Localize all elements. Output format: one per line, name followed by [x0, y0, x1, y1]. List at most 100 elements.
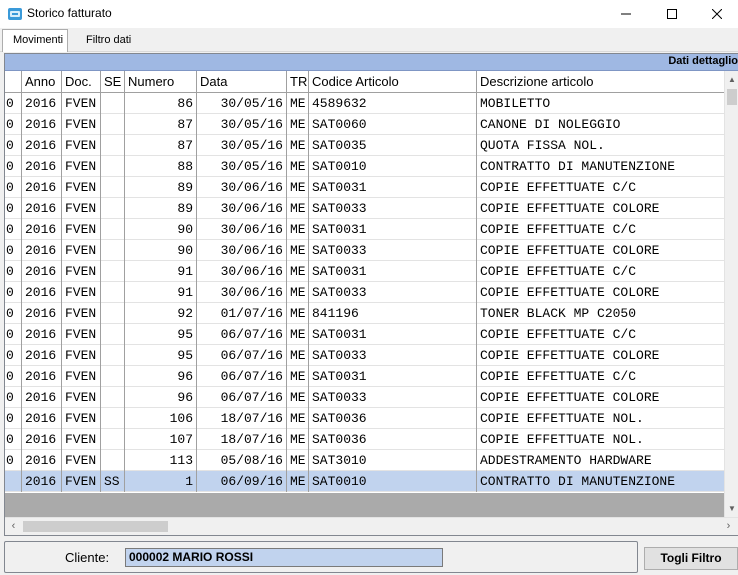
se-cell[interactable]: [101, 114, 125, 135]
scroll-up-icon[interactable]: ▲: [725, 71, 738, 88]
tr-cell[interactable]: ME: [287, 324, 309, 345]
numero-cell[interactable]: 96: [125, 366, 197, 387]
data-cell[interactable]: 30/06/16: [197, 261, 287, 282]
row-selector-cell[interactable]: 0: [5, 219, 22, 240]
se-cell[interactable]: [101, 366, 125, 387]
tr-cell[interactable]: ME: [287, 450, 309, 471]
anno-cell[interactable]: 2016: [22, 261, 62, 282]
anno-cell[interactable]: 2016: [22, 93, 62, 114]
row-selector-cell[interactable]: 0: [5, 240, 22, 261]
doc-cell[interactable]: FVEN: [62, 345, 101, 366]
anno-cell[interactable]: 2016: [22, 156, 62, 177]
scroll-down-icon[interactable]: ▼: [725, 500, 738, 517]
codice-articolo-cell[interactable]: SAT0031: [309, 324, 477, 345]
row-selector-cell[interactable]: [5, 471, 22, 492]
tr-cell[interactable]: ME: [287, 471, 309, 492]
doc-cell[interactable]: FVEN: [62, 135, 101, 156]
column-header-descrizione-articolo[interactable]: Descrizione articolo: [477, 71, 725, 93]
descrizione-articolo-cell[interactable]: COPIE EFFETTUATE C/C: [477, 366, 725, 387]
data-cell[interactable]: 06/07/16: [197, 366, 287, 387]
row-selector-cell[interactable]: 0: [5, 114, 22, 135]
se-cell[interactable]: [101, 429, 125, 450]
anno-cell[interactable]: 2016: [22, 408, 62, 429]
numero-cell[interactable]: 113: [125, 450, 197, 471]
row-selector-cell[interactable]: 0: [5, 324, 22, 345]
se-cell[interactable]: [101, 240, 125, 261]
codice-articolo-cell[interactable]: SAT0031: [309, 219, 477, 240]
se-cell[interactable]: [101, 408, 125, 429]
descrizione-articolo-cell[interactable]: COPIE EFFETTUATE NOL.: [477, 408, 725, 429]
row-selector-cell[interactable]: 0: [5, 198, 22, 219]
se-cell[interactable]: [101, 450, 125, 471]
horizontal-scrollbar[interactable]: ‹ ›: [5, 517, 738, 535]
codice-articolo-cell[interactable]: SAT0010: [309, 471, 477, 492]
row-selector-cell[interactable]: 0: [5, 135, 22, 156]
table-row[interactable]: 0 2016 FVEN 87 30/05/16 ME SAT0035 QUOTA FISSA …: [5, 135, 725, 156]
doc-cell[interactable]: FVEN: [62, 114, 101, 135]
se-cell[interactable]: [101, 198, 125, 219]
numero-cell[interactable]: 87: [125, 114, 197, 135]
se-cell[interactable]: SS: [101, 471, 125, 492]
data-cell[interactable]: 30/05/16: [197, 93, 287, 114]
data-cell[interactable]: 01/07/16: [197, 303, 287, 324]
table-row[interactable]: 0 2016 FVEN 90 30/06/16 ME SAT0033 COPIE EFFETT…: [5, 240, 725, 261]
se-cell[interactable]: [101, 177, 125, 198]
numero-cell[interactable]: 95: [125, 324, 197, 345]
anno-cell[interactable]: 2016: [22, 471, 62, 492]
doc-cell[interactable]: FVEN: [62, 429, 101, 450]
codice-articolo-cell[interactable]: SAT0033: [309, 282, 477, 303]
tab-filtro-dati[interactable]: Filtro dati: [76, 30, 141, 52]
doc-cell[interactable]: FVEN: [62, 387, 101, 408]
descrizione-articolo-cell[interactable]: COPIE EFFETTUATE NOL.: [477, 429, 725, 450]
codice-articolo-cell[interactable]: SAT0031: [309, 366, 477, 387]
tr-cell[interactable]: ME: [287, 219, 309, 240]
codice-articolo-cell[interactable]: SAT0031: [309, 261, 477, 282]
codice-articolo-cell[interactable]: SAT3010: [309, 450, 477, 471]
doc-cell[interactable]: FVEN: [62, 198, 101, 219]
descrizione-articolo-cell[interactable]: QUOTA FISSA NOL.: [477, 135, 725, 156]
data-cell[interactable]: 06/07/16: [197, 324, 287, 345]
anno-cell[interactable]: 2016: [22, 282, 62, 303]
togli-filtro-button[interactable]: Togli Filtro: [644, 547, 738, 570]
tr-cell[interactable]: ME: [287, 408, 309, 429]
doc-cell[interactable]: FVEN: [62, 261, 101, 282]
codice-articolo-cell[interactable]: SAT0036: [309, 429, 477, 450]
codice-articolo-cell[interactable]: SAT0033: [309, 240, 477, 261]
row-selector-cell[interactable]: 0: [5, 177, 22, 198]
data-cell[interactable]: 06/09/16: [197, 471, 287, 492]
se-cell[interactable]: [101, 156, 125, 177]
column-header-selector[interactable]: [5, 71, 22, 93]
data-cell[interactable]: 30/06/16: [197, 282, 287, 303]
table-row[interactable]: 0 2016 FVEN 95 06/07/16 ME SAT0031 COPIE EFFETT…: [5, 324, 725, 345]
anno-cell[interactable]: 2016: [22, 240, 62, 261]
numero-cell[interactable]: 90: [125, 219, 197, 240]
row-selector-cell[interactable]: 0: [5, 261, 22, 282]
tr-cell[interactable]: ME: [287, 156, 309, 177]
se-cell[interactable]: [101, 282, 125, 303]
row-selector-cell[interactable]: 0: [5, 303, 22, 324]
doc-cell[interactable]: FVEN: [62, 303, 101, 324]
anno-cell[interactable]: 2016: [22, 177, 62, 198]
data-cell[interactable]: 30/06/16: [197, 240, 287, 261]
descrizione-articolo-cell[interactable]: CANONE DI NOLEGGIO: [477, 114, 725, 135]
se-cell[interactable]: [101, 324, 125, 345]
se-cell[interactable]: [101, 135, 125, 156]
anno-cell[interactable]: 2016: [22, 219, 62, 240]
table-row[interactable]: 0 2016 FVEN 113 05/08/16 ME SAT3010 ADDESTRAMEN…: [5, 450, 725, 471]
anno-cell[interactable]: 2016: [22, 345, 62, 366]
numero-cell[interactable]: 89: [125, 198, 197, 219]
data-cell[interactable]: 30/06/16: [197, 177, 287, 198]
tr-cell[interactable]: ME: [287, 114, 309, 135]
table-row[interactable]: 0 2016 FVEN 96 06/07/16 ME SAT0033 COPIE EFFETT…: [5, 387, 725, 408]
maximize-button[interactable]: [649, 0, 695, 28]
vertical-scroll-thumb[interactable]: [727, 89, 737, 105]
table-row[interactable]: 0 2016 FVEN 106 18/07/16 ME SAT0036 COPIE EFFET…: [5, 408, 725, 429]
row-selector-cell[interactable]: 0: [5, 408, 22, 429]
vertical-scrollbar[interactable]: ▲ ▼: [724, 71, 738, 517]
codice-articolo-cell[interactable]: SAT0033: [309, 387, 477, 408]
row-selector-cell[interactable]: 0: [5, 93, 22, 114]
descrizione-articolo-cell[interactable]: TONER BLACK MP C2050: [477, 303, 725, 324]
tr-cell[interactable]: ME: [287, 135, 309, 156]
descrizione-articolo-cell[interactable]: COPIE EFFETTUATE COLORE: [477, 387, 725, 408]
anno-cell[interactable]: 2016: [22, 429, 62, 450]
